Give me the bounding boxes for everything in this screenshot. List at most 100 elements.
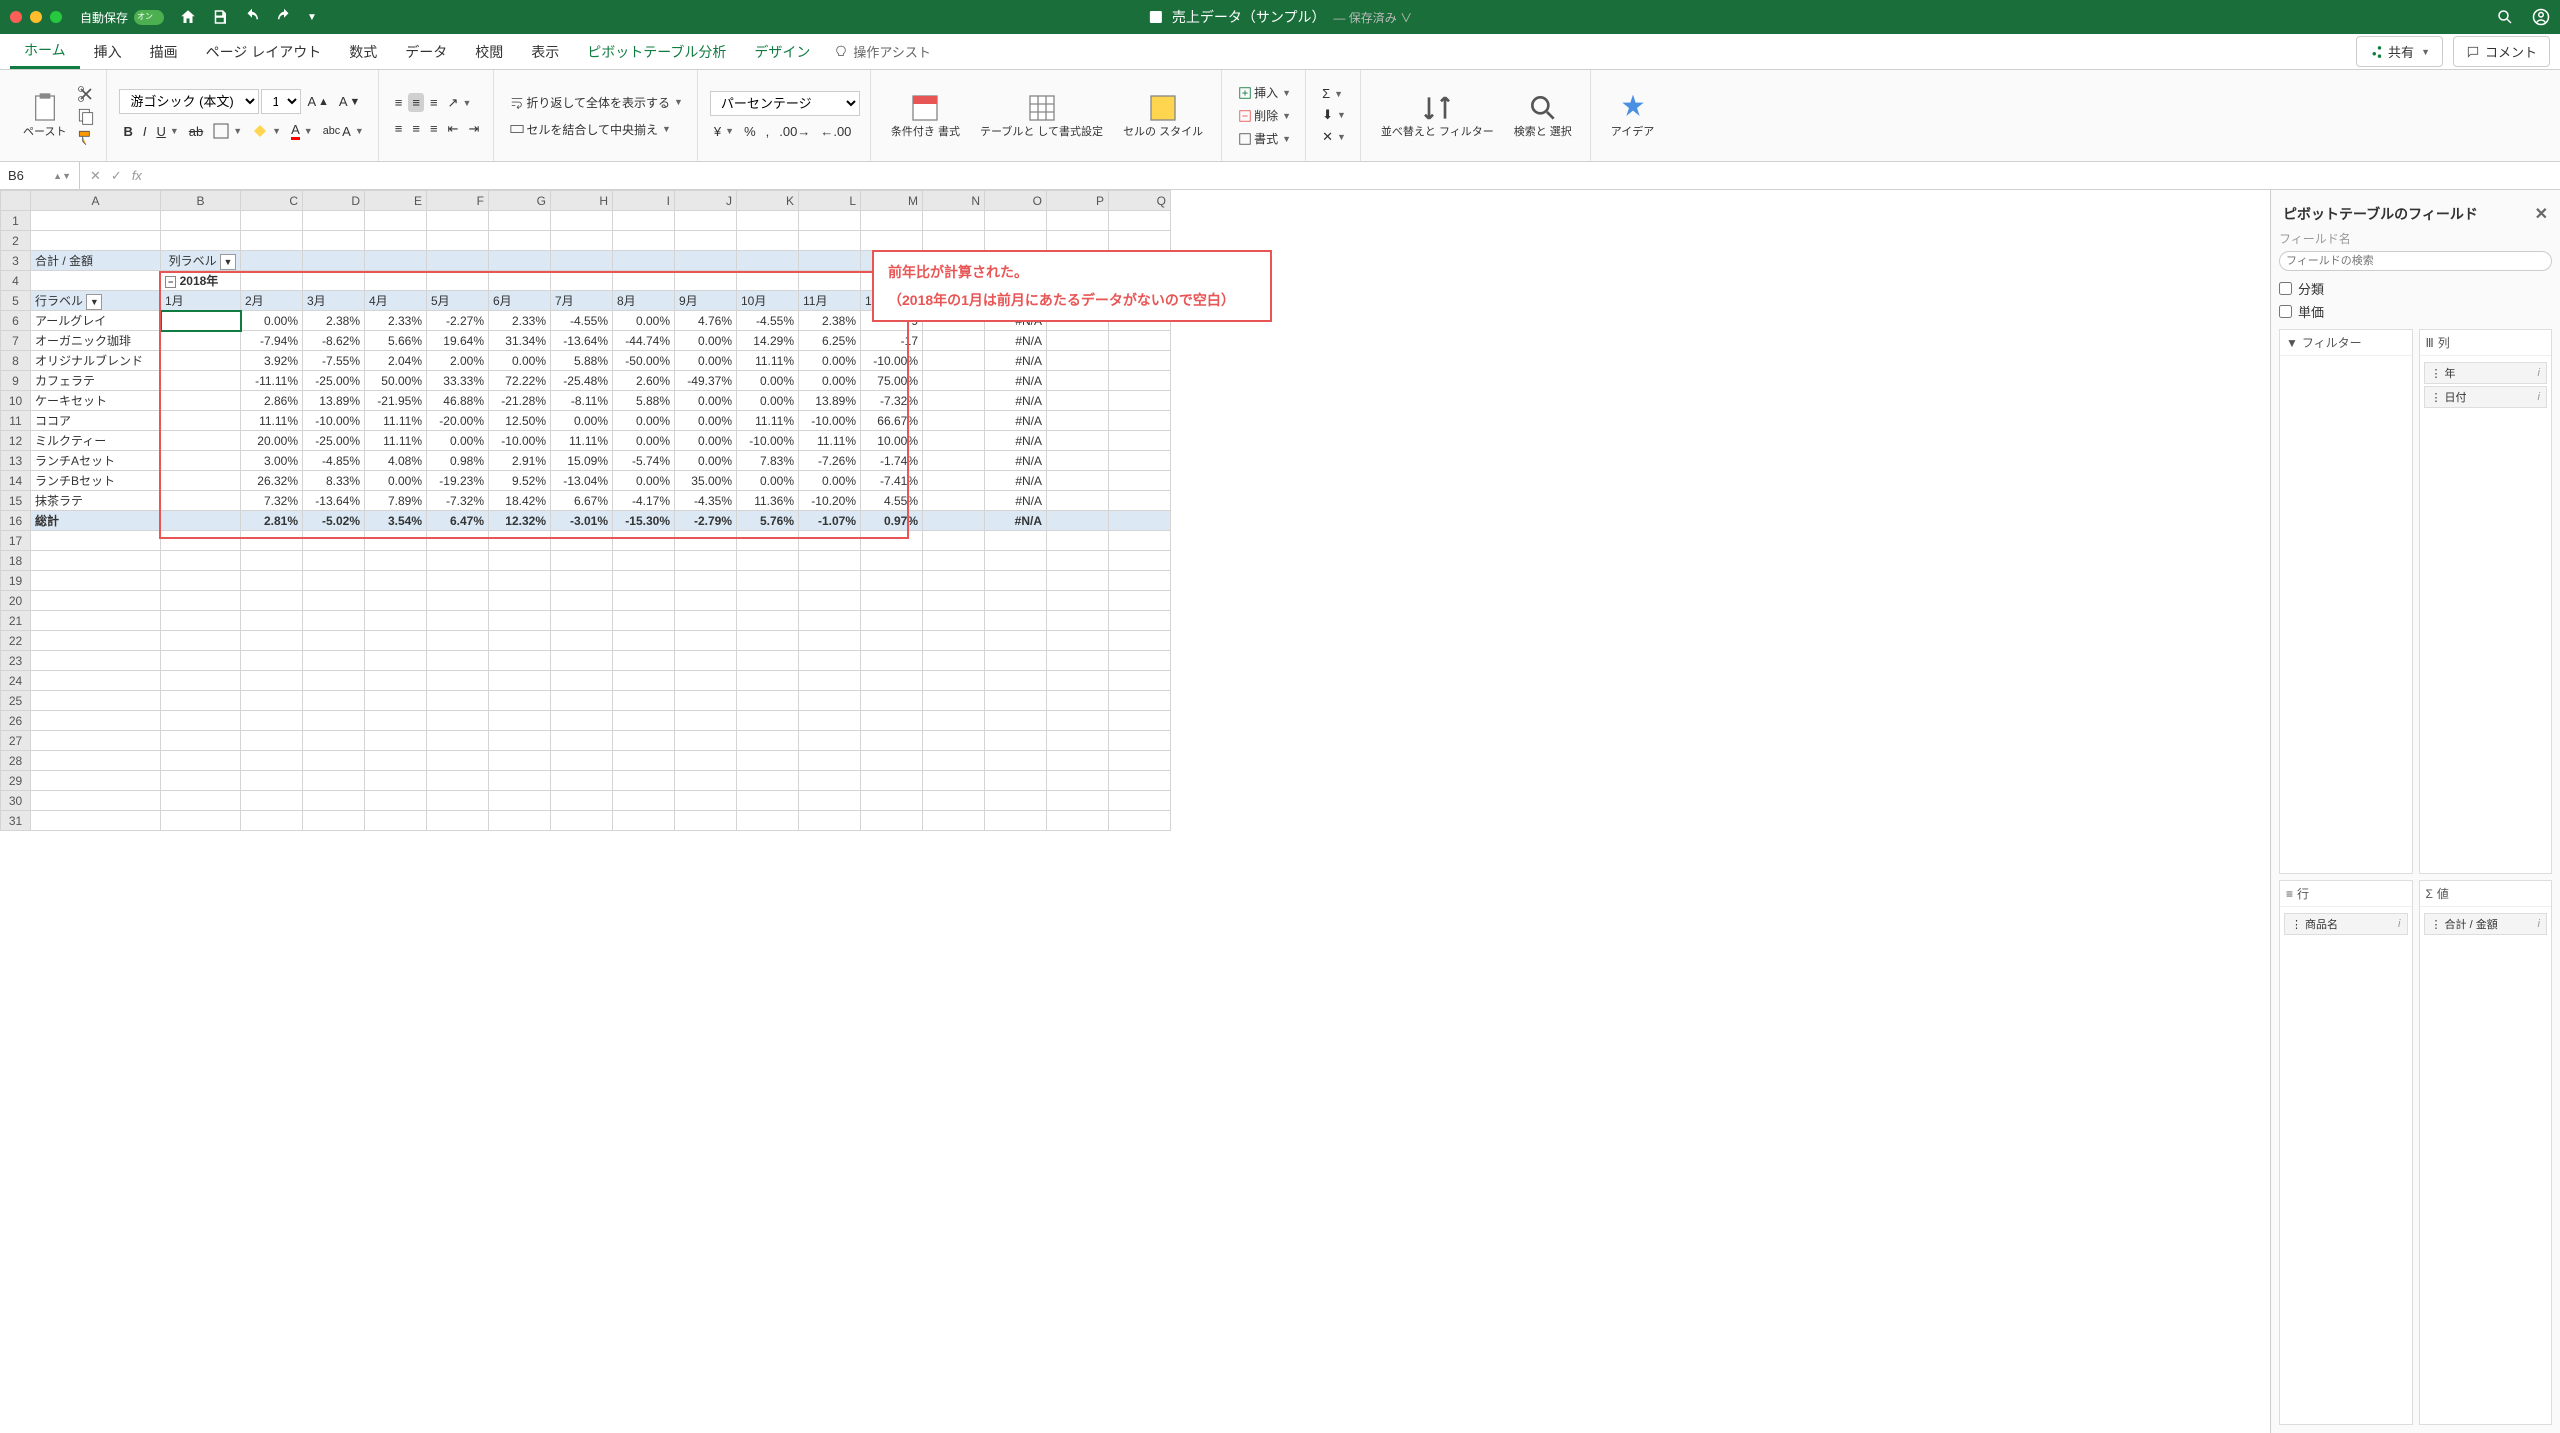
cell-G1[interactable] <box>489 211 551 231</box>
cell-C14[interactable]: 26.32% <box>241 471 303 491</box>
cell-N30[interactable] <box>923 791 985 811</box>
cell-D22[interactable] <box>303 631 365 651</box>
cell-L6[interactable]: 2.38% <box>799 311 861 331</box>
cell-styles-button[interactable]: セルの スタイル <box>1115 88 1211 143</box>
cell-M13[interactable]: -1.74% <box>861 451 923 471</box>
cell-J24[interactable] <box>675 671 737 691</box>
cell-C18[interactable] <box>241 551 303 571</box>
cell-Q19[interactable] <box>1109 571 1171 591</box>
col-header-Q[interactable]: Q <box>1109 191 1171 211</box>
cell-C6[interactable]: 0.00% <box>241 311 303 331</box>
cell-P23[interactable] <box>1047 651 1109 671</box>
cell-E8[interactable]: 2.04% <box>365 351 427 371</box>
cell-B30[interactable] <box>161 791 241 811</box>
cell-K14[interactable]: 0.00% <box>737 471 799 491</box>
cell-N17[interactable] <box>923 531 985 551</box>
cell-M31[interactable] <box>861 811 923 831</box>
cell-D10[interactable]: 13.89% <box>303 391 365 411</box>
sheet-area[interactable]: ABCDEFGHIJKLMNOPQ123合計 / 金額列ラベル ▼4− 2018… <box>0 190 2270 1433</box>
cell-O31[interactable] <box>985 811 1047 831</box>
cell-M9[interactable]: 75.00% <box>861 371 923 391</box>
cell-D12[interactable]: -25.00% <box>303 431 365 451</box>
cell-F12[interactable]: 0.00% <box>427 431 489 451</box>
tab-home[interactable]: ホーム <box>10 34 80 69</box>
cell-C20[interactable] <box>241 591 303 611</box>
cell-H2[interactable] <box>551 231 613 251</box>
cancel-formula-icon[interactable]: ✕ <box>90 168 101 184</box>
cell-I6[interactable]: 0.00% <box>613 311 675 331</box>
cell-L8[interactable]: 0.00% <box>799 351 861 371</box>
cell-B22[interactable] <box>161 631 241 651</box>
cell-J31[interactable] <box>675 811 737 831</box>
cell-L12[interactable]: 11.11% <box>799 431 861 451</box>
cell-K6[interactable]: -4.55% <box>737 311 799 331</box>
cell-F10[interactable]: 46.88% <box>427 391 489 411</box>
cell-Q12[interactable] <box>1109 431 1171 451</box>
undo-icon[interactable] <box>243 8 261 26</box>
cell-G11[interactable]: 12.50% <box>489 411 551 431</box>
cell-G4[interactable] <box>489 271 551 291</box>
cell-K11[interactable]: 11.11% <box>737 411 799 431</box>
cell-G8[interactable]: 0.00% <box>489 351 551 371</box>
table-format-button[interactable]: テーブルと して書式設定 <box>972 88 1111 143</box>
cell-F22[interactable] <box>427 631 489 651</box>
row-header-26[interactable]: 26 <box>1 711 31 731</box>
cell-A10[interactable]: ケーキセット <box>31 391 161 411</box>
cell-G17[interactable] <box>489 531 551 551</box>
cell-O11[interactable]: #N/A <box>985 411 1047 431</box>
cell-H26[interactable] <box>551 711 613 731</box>
col-header-H[interactable]: H <box>551 191 613 211</box>
cell-P31[interactable] <box>1047 811 1109 831</box>
cell-I12[interactable]: 0.00% <box>613 431 675 451</box>
cell-D16[interactable]: -5.02% <box>303 511 365 531</box>
col-header-A[interactable]: A <box>31 191 161 211</box>
cell-C25[interactable] <box>241 691 303 711</box>
cell-D9[interactable]: -25.00% <box>303 371 365 391</box>
cell-Q24[interactable] <box>1109 671 1171 691</box>
cell-H21[interactable] <box>551 611 613 631</box>
cell-P2[interactable] <box>1047 231 1109 251</box>
cell-D19[interactable] <box>303 571 365 591</box>
cell-L22[interactable] <box>799 631 861 651</box>
cell-D8[interactable]: -7.55% <box>303 351 365 371</box>
cell-D14[interactable]: 8.33% <box>303 471 365 491</box>
cell-M30[interactable] <box>861 791 923 811</box>
cell-B9[interactable] <box>161 371 241 391</box>
cell-E6[interactable]: 2.33% <box>365 311 427 331</box>
tab-view[interactable]: 表示 <box>517 34 573 69</box>
paste-button[interactable]: ペースト <box>15 88 74 143</box>
cell-I9[interactable]: 2.60% <box>613 371 675 391</box>
italic-button[interactable]: I <box>139 122 151 141</box>
cell-P20[interactable] <box>1047 591 1109 611</box>
row-header-16[interactable]: 16 <box>1 511 31 531</box>
row-header-11[interactable]: 11 <box>1 411 31 431</box>
cell-N21[interactable] <box>923 611 985 631</box>
cell-K13[interactable]: 7.83% <box>737 451 799 471</box>
dec-decimal-button[interactable]: ←.00 <box>816 122 855 141</box>
cell-C8[interactable]: 3.92% <box>241 351 303 371</box>
cell-G6[interactable]: 2.33% <box>489 311 551 331</box>
cell-F23[interactable] <box>427 651 489 671</box>
cell-A3[interactable]: 合計 / 金額 <box>31 251 161 271</box>
cell-A29[interactable] <box>31 771 161 791</box>
cell-Q21[interactable] <box>1109 611 1171 631</box>
cell-M12[interactable]: 10.00% <box>861 431 923 451</box>
cell-K29[interactable] <box>737 771 799 791</box>
cell-P19[interactable] <box>1047 571 1109 591</box>
cell-B26[interactable] <box>161 711 241 731</box>
cell-G23[interactable] <box>489 651 551 671</box>
cell-E25[interactable] <box>365 691 427 711</box>
cell-O22[interactable] <box>985 631 1047 651</box>
cell-E30[interactable] <box>365 791 427 811</box>
cell-J18[interactable] <box>675 551 737 571</box>
cell-I13[interactable]: -5.74% <box>613 451 675 471</box>
cell-L1[interactable] <box>799 211 861 231</box>
font-name-select[interactable]: 游ゴシック (本文) <box>119 89 259 114</box>
cell-N11[interactable] <box>923 411 985 431</box>
cell-F2[interactable] <box>427 231 489 251</box>
cell-I25[interactable] <box>613 691 675 711</box>
cell-I21[interactable] <box>613 611 675 631</box>
cell-D21[interactable] <box>303 611 365 631</box>
cell-Q18[interactable] <box>1109 551 1171 571</box>
cell-C7[interactable]: -7.94% <box>241 331 303 351</box>
